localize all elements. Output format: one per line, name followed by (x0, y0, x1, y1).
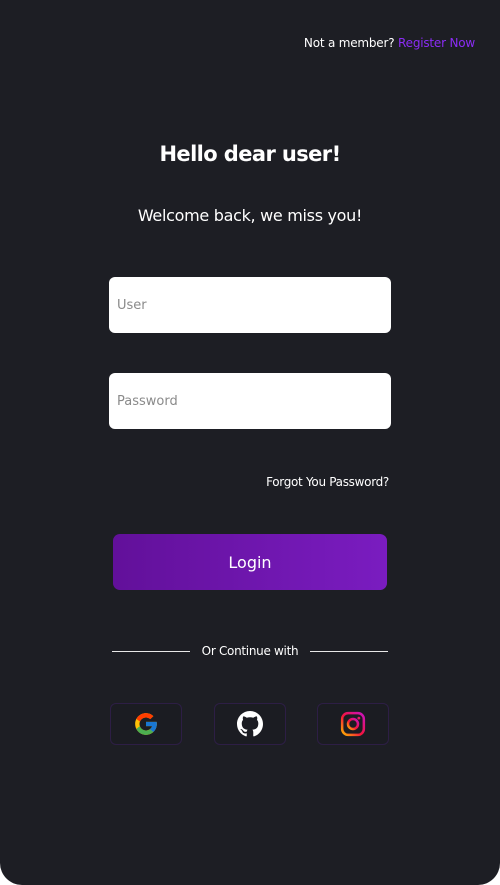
user-input[interactable] (109, 277, 391, 333)
instagram-icon (340, 711, 366, 737)
divider-line-right (310, 651, 388, 652)
register-prompt: Not a member? Register Now (304, 36, 475, 50)
register-prompt-text: Not a member? (303, 36, 395, 50)
github-icon (237, 711, 263, 737)
register-now-link[interactable]: Register Now (398, 36, 475, 50)
google-login-button[interactable] (110, 703, 182, 745)
login-button[interactable]: Login (113, 534, 387, 590)
login-screen: Not a member? Register Now Hello dear us… (0, 0, 500, 885)
instagram-login-button[interactable] (317, 703, 389, 745)
google-icon (133, 711, 159, 737)
page-subtitle: Welcome back, we miss you! (137, 206, 363, 225)
github-login-button[interactable] (214, 703, 286, 745)
page-title: Hello dear user! (159, 142, 341, 166)
continue-divider: Or Continue with (112, 644, 388, 660)
password-input[interactable] (109, 373, 391, 429)
forgot-password-link[interactable]: Forgot You Password? (266, 475, 389, 489)
